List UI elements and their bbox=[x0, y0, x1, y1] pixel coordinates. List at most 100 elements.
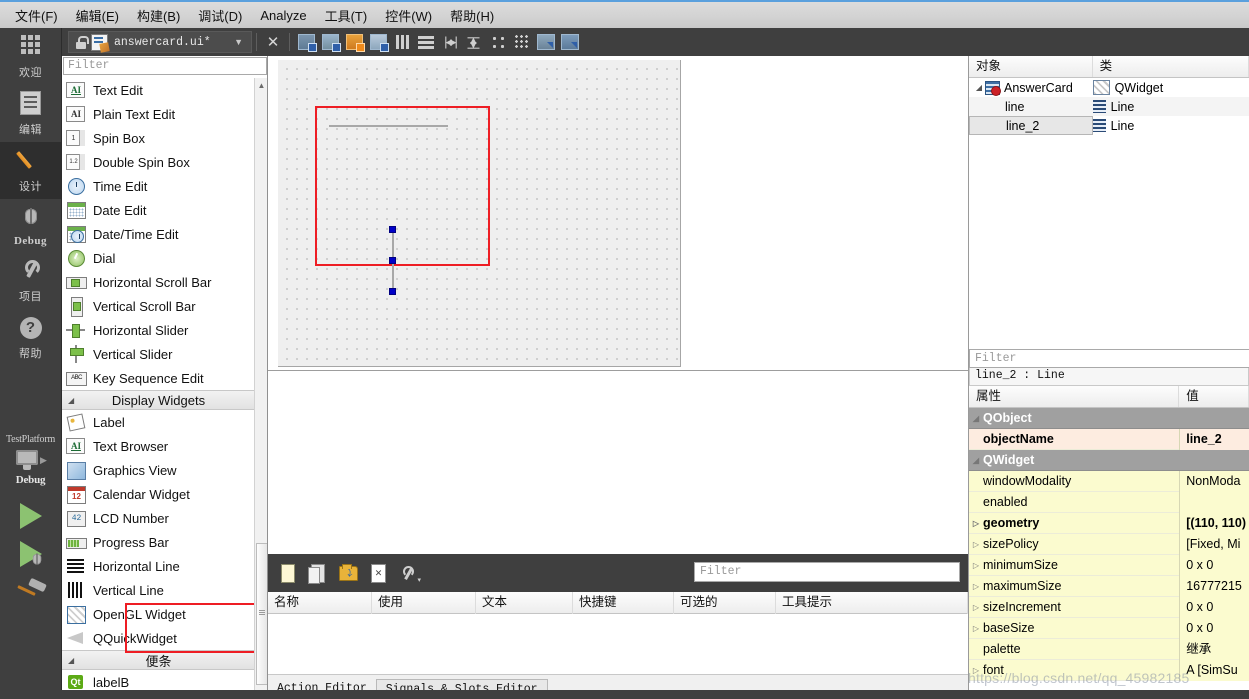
widget-item-qquickwidget[interactable]: QQuickWidget bbox=[62, 626, 255, 650]
property-value-cell[interactable]: 16777215 bbox=[1180, 575, 1249, 597]
resize-handle-middle[interactable] bbox=[389, 257, 396, 264]
lock-open-icon[interactable] bbox=[75, 35, 89, 49]
widget-item-horizontal-slider[interactable]: Horizontal Slider bbox=[62, 318, 255, 342]
property-group-row[interactable]: ◢ QWidget bbox=[969, 450, 1249, 471]
object-column-类[interactable]: 类 bbox=[1093, 56, 1249, 77]
build-button[interactable] bbox=[11, 578, 51, 608]
widget-item-opengl-widget[interactable]: OpenGL Widget bbox=[62, 602, 255, 626]
break-layout-button[interactable] bbox=[535, 31, 557, 53]
scroll-up-arrow-icon[interactable]: ▲ bbox=[255, 78, 267, 92]
expand-triangle-icon[interactable]: ◢ bbox=[969, 414, 983, 423]
menu-analyze[interactable]: Analyze bbox=[251, 5, 315, 26]
debug-button[interactable] bbox=[11, 540, 51, 568]
property-filter-input[interactable]: Filter bbox=[969, 349, 1249, 368]
expand-triangle-icon[interactable]: ▷ bbox=[969, 603, 983, 612]
object-inspector-row[interactable]: ◢ AnswerCard QWidget bbox=[969, 78, 1249, 97]
action-column-使用[interactable]: 使用 bbox=[372, 591, 476, 614]
property-value-cell[interactable]: 0 x 0 bbox=[1180, 596, 1249, 618]
property-row[interactable]: windowModality NonModa bbox=[969, 470, 1249, 492]
widget-item-date-time-edit[interactable]: Date/Time Edit bbox=[62, 222, 255, 246]
widget-item-double-spin-box[interactable]: 1.2 Double Spin Box bbox=[62, 150, 255, 174]
form-canvas[interactable] bbox=[268, 56, 968, 370]
layout-horizontally-button[interactable] bbox=[391, 31, 413, 53]
expand-triangle-icon[interactable]: ▷ bbox=[969, 561, 983, 570]
edit-tab-order-button[interactable] bbox=[367, 31, 389, 53]
layout-vertically-button[interactable] bbox=[415, 31, 437, 53]
widget-item-vertical-slider[interactable]: Vertical Slider bbox=[62, 342, 255, 366]
mode-设计[interactable]: 设计 bbox=[0, 142, 61, 199]
property-row[interactable]: palette 继承 bbox=[969, 638, 1249, 660]
kit-selector[interactable]: TestPlatform ▶ Debug bbox=[0, 434, 61, 486]
menu-tools[interactable]: 工具(T) bbox=[316, 3, 377, 28]
menu-edit[interactable]: 编辑(E) bbox=[67, 3, 128, 28]
widget-group-Display Widgets[interactable]: ◢ Display Widgets bbox=[62, 390, 255, 410]
property-row[interactable]: ▷ sizeIncrement 0 x 0 bbox=[969, 596, 1249, 618]
property-value-cell[interactable]: line_2 bbox=[1180, 428, 1249, 450]
new-action-button[interactable] bbox=[276, 561, 300, 585]
edit-signals-slots-button[interactable] bbox=[319, 31, 341, 53]
widget-item-vertical-scroll-bar[interactable]: Vertical Scroll Bar bbox=[62, 294, 255, 318]
paste-action-button[interactable]: ⤵ bbox=[336, 561, 360, 585]
widget-item-spin-box[interactable]: 1 Spin Box bbox=[62, 126, 255, 150]
expand-triangle-icon[interactable]: ▷ bbox=[969, 582, 983, 591]
property-row[interactable]: ▷ maximumSize 16777215 bbox=[969, 575, 1249, 597]
widget-item-horizontal-line[interactable]: Horizontal Line bbox=[62, 554, 255, 578]
menu-file[interactable]: 文件(F) bbox=[6, 3, 67, 28]
object-inspector-row[interactable]: line_2 Line bbox=[969, 116, 1249, 135]
widget-item-dial[interactable]: Dial bbox=[62, 246, 255, 270]
widget-group-便条[interactable]: ◢ 便条 bbox=[62, 650, 255, 670]
property-row[interactable]: ▷ sizePolicy [Fixed, Mi bbox=[969, 533, 1249, 555]
layout-splitter-horizontal-button[interactable]: |◂▸| bbox=[439, 31, 461, 53]
copy-action-button[interactable] bbox=[306, 561, 330, 585]
chevron-down-icon[interactable]: ▼ bbox=[230, 37, 247, 47]
answercard-form[interactable] bbox=[278, 60, 681, 367]
widget-item-vertical-line[interactable]: Vertical Line bbox=[62, 578, 255, 602]
run-button[interactable] bbox=[11, 502, 51, 530]
property-row[interactable]: ▷ font A [SimSu bbox=[969, 659, 1249, 681]
widget-item-calendar-widget[interactable]: 12 Calendar Widget bbox=[62, 482, 255, 506]
property-row[interactable]: ▷ baseSize 0 x 0 bbox=[969, 617, 1249, 639]
widget-box-scrollbar[interactable]: ▲ ▼ bbox=[254, 78, 267, 699]
menu-help[interactable]: 帮助(H) bbox=[441, 3, 503, 28]
property-value-cell[interactable]: A [SimSu bbox=[1180, 659, 1249, 681]
action-column-可选的[interactable]: 可选的 bbox=[674, 591, 776, 614]
edit-widgets-button[interactable] bbox=[295, 31, 317, 53]
expand-triangle-icon[interactable]: ▷ bbox=[969, 540, 983, 549]
property-column-属性[interactable]: 属性 bbox=[969, 386, 1180, 407]
action-filter-input[interactable]: Filter bbox=[694, 562, 960, 582]
widget-item-graphics-view[interactable]: Graphics View bbox=[62, 458, 255, 482]
layout-form-button[interactable] bbox=[487, 31, 509, 53]
property-column-值[interactable]: 值 bbox=[1179, 386, 1249, 407]
action-column-名称[interactable]: 名称 bbox=[268, 591, 372, 614]
widget-box-filter-input[interactable]: Filter bbox=[63, 57, 267, 75]
expand-triangle-icon[interactable]: ▷ bbox=[969, 624, 983, 633]
expand-triangle-icon[interactable]: ▷ bbox=[969, 519, 983, 528]
property-row[interactable]: objectName line_2 bbox=[969, 428, 1249, 450]
resize-handle-top[interactable] bbox=[389, 226, 396, 233]
property-row[interactable]: ▷ minimumSize 0 x 0 bbox=[969, 554, 1249, 576]
mode-帮助[interactable]: ? 帮助 bbox=[0, 309, 61, 366]
widget-item-date-edit[interactable]: Date Edit bbox=[62, 198, 255, 222]
widget-item-text-browser[interactable]: AI Text Browser bbox=[62, 434, 255, 458]
mode-欢迎[interactable]: 欢迎 bbox=[0, 28, 61, 85]
layout-grid-button[interactable] bbox=[511, 31, 533, 53]
action-column-快捷键[interactable]: 快捷键 bbox=[573, 591, 674, 614]
menu-window[interactable]: 控件(W) bbox=[376, 3, 441, 28]
close-document-button[interactable]: ✕ bbox=[262, 31, 284, 53]
expand-triangle-icon[interactable]: ◢ bbox=[973, 83, 985, 92]
property-value-cell[interactable]: 0 x 0 bbox=[1180, 617, 1249, 639]
expand-triangle-icon[interactable]: ▷ bbox=[969, 666, 983, 675]
object-inspector-row[interactable]: line Line bbox=[969, 97, 1249, 116]
adjust-size-button[interactable] bbox=[559, 31, 581, 53]
configure-action-button[interactable]: ▾ bbox=[396, 561, 421, 585]
scrollbar-thumb[interactable] bbox=[256, 543, 267, 685]
property-row[interactable]: enabled bbox=[969, 491, 1249, 513]
widget-item-lcd-number[interactable]: 42 LCD Number bbox=[62, 506, 255, 530]
property-value-cell[interactable] bbox=[1180, 491, 1249, 513]
delete-action-button[interactable]: ✕ bbox=[366, 561, 390, 585]
action-column-文本[interactable]: 文本 bbox=[476, 591, 573, 614]
action-column-工具提示[interactable]: 工具提示 bbox=[776, 591, 968, 614]
layout-splitter-vertical-button[interactable]: |◂▸| bbox=[463, 31, 485, 53]
widget-item-label[interactable]: Label bbox=[62, 410, 255, 434]
mode-编辑[interactable]: 编辑 bbox=[0, 85, 61, 142]
